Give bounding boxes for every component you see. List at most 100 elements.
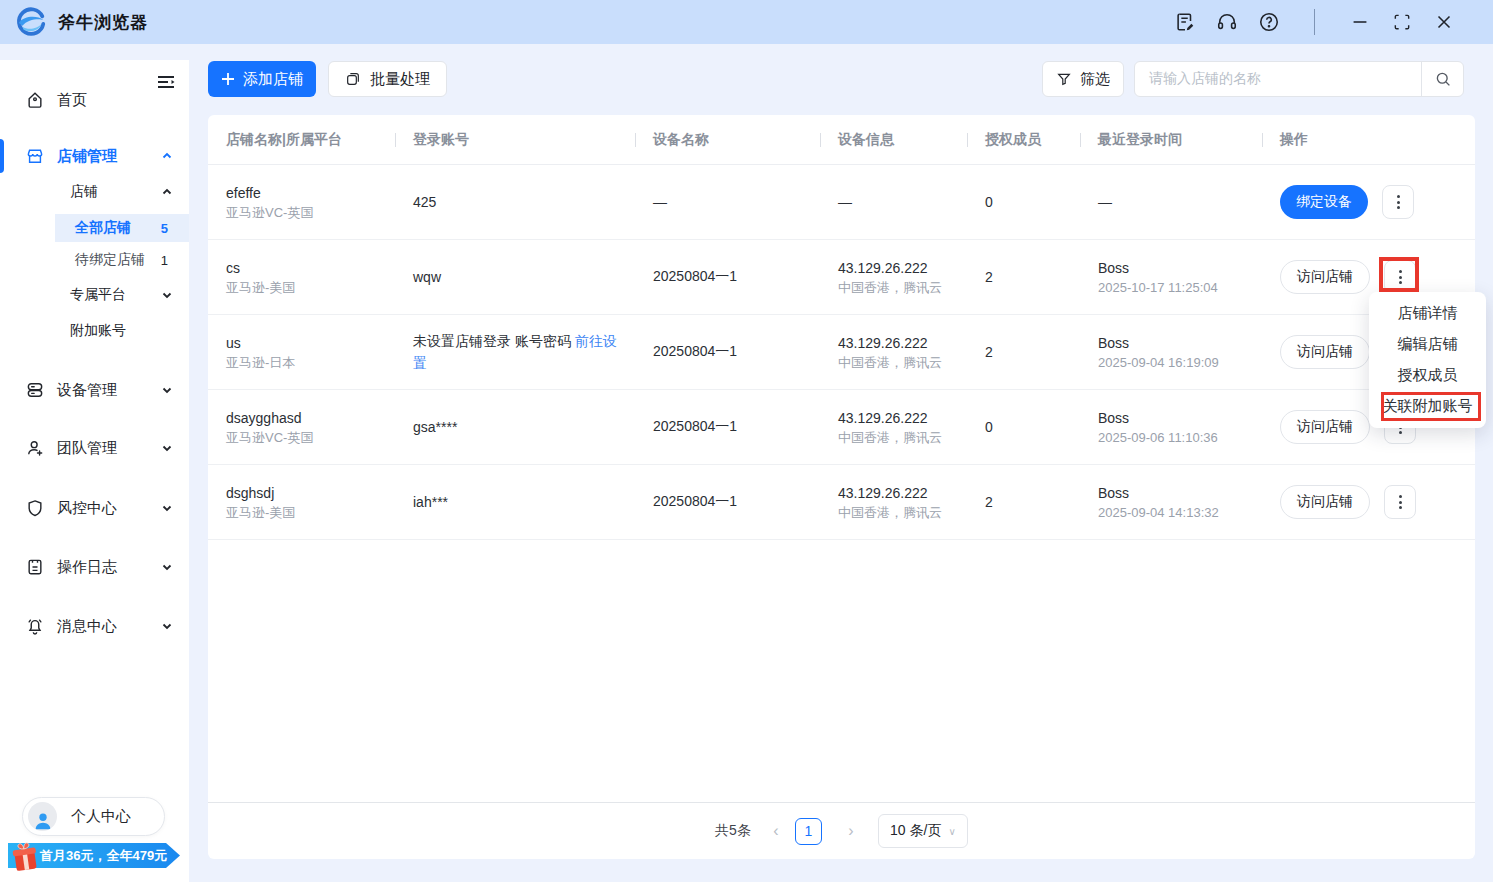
help-icon[interactable] (1258, 11, 1280, 33)
sidebar-item-label: 设备管理 (57, 381, 117, 400)
last-login-user: Boss (1098, 408, 1252, 428)
page-number[interactable]: 1 (795, 818, 822, 845)
devices-icon (25, 380, 45, 400)
chevron-down-icon: ∨ (948, 826, 955, 837)
device-ip: 43.129.26.222 (838, 258, 957, 278)
row-more-button[interactable] (1384, 485, 1416, 519)
last-login-time: 2025-09-04 14:13:32 (1098, 503, 1252, 522)
next-page-icon[interactable]: › (842, 822, 860, 840)
note-edit-icon[interactable] (1174, 11, 1196, 33)
bind-device-button[interactable]: 绑定设备 (1280, 185, 1368, 219)
search-button[interactable] (1421, 62, 1463, 96)
total-count: 共5条 (715, 822, 751, 840)
device-ip: 43.129.26.222 (838, 408, 957, 428)
logs-icon (25, 557, 45, 577)
minimize-icon[interactable] (1349, 11, 1371, 33)
sidebar: 首页 店铺管理 店铺 全部店铺 5 待绑定店铺 1 专属平台 (0, 60, 189, 882)
unbound-stores-count: 1 (161, 253, 168, 268)
close-icon[interactable] (1433, 11, 1455, 33)
device-name: 20250804一1 (635, 493, 820, 511)
store-platform: 亚马逊VC-英国 (226, 428, 385, 447)
profile-button[interactable]: 个人中心 (22, 797, 165, 836)
add-store-button[interactable]: 添加店铺 (208, 61, 316, 97)
menu-item[interactable]: 店铺详情 (1369, 298, 1486, 329)
annotation-box-link-account (1381, 392, 1481, 421)
page-size-select[interactable]: 10 条/页 ∨ (878, 814, 968, 848)
table-row: cs亚马逊-美国wqw20250804一143.129.26.222中国香港，腾… (208, 240, 1475, 315)
promo-banner[interactable]: 首月36元，全年479元 (0, 839, 182, 873)
visit-store-button[interactable]: 访问店铺 (1280, 410, 1370, 444)
visit-store-button[interactable]: 访问店铺 (1280, 260, 1370, 294)
sidebar-subitem-store[interactable]: 店铺 (0, 177, 189, 207)
member-count: 2 (967, 344, 1080, 360)
search-input[interactable]: 请输入店铺的名称 (1135, 70, 1421, 88)
all-stores-count: 5 (161, 221, 168, 236)
sidebar-item-home[interactable]: 首页 (0, 82, 189, 118)
sidebar-item-operation-logs[interactable]: 操作日志 (0, 549, 189, 585)
column-header: 登录账号 (395, 131, 635, 149)
last-login-time: 2025-10-17 11:25:04 (1098, 278, 1252, 297)
device-location: 中国香港，腾讯云 (838, 503, 957, 522)
store-table-panel: 店铺名称|所属平台登录账号设备名称设备信息授权成员最近登录时间操作 efeffe… (208, 115, 1475, 859)
sidebar-item-risk-center[interactable]: 风控中心 (0, 490, 189, 526)
last-login-user: Boss (1098, 258, 1252, 278)
sidebar-subitem-all-stores[interactable]: 全部店铺 5 (0, 214, 189, 242)
chevron-down-icon (161, 561, 173, 573)
maximize-icon[interactable] (1391, 11, 1413, 33)
device-location: 中国香港，腾讯云 (838, 428, 957, 447)
store-name: cs (226, 258, 385, 278)
sidebar-item-label: 首页 (57, 91, 87, 110)
store-name: dsghsdj (226, 483, 385, 503)
device-name: 20250804一1 (635, 268, 820, 286)
column-header: 店铺名称|所属平台 (208, 131, 395, 149)
sidebar-subitem-exclusive-platform[interactable]: 专属平台 (0, 280, 189, 310)
menu-item[interactable]: 授权成员 (1369, 360, 1486, 391)
row-more-button[interactable] (1382, 185, 1414, 219)
app-title: 斧牛浏览器 (58, 11, 148, 34)
sidebar-item-message-center[interactable]: 消息中心 (0, 608, 189, 644)
sidebar-item-label: 操作日志 (57, 558, 117, 577)
store-name: us (226, 333, 385, 353)
visit-store-button[interactable]: 访问店铺 (1280, 485, 1370, 519)
login-account: gsa**** (413, 419, 457, 435)
prev-page-icon[interactable]: ‹ (767, 822, 785, 840)
last-login-time: 2025-09-04 16:19:09 (1098, 353, 1252, 372)
column-header: 设备名称 (635, 131, 820, 149)
device-name: — (635, 194, 820, 210)
team-icon (25, 438, 45, 458)
device-ip: 43.129.26.222 (838, 483, 957, 503)
chevron-down-icon (161, 289, 173, 301)
sidebar-subitem-additional-accounts[interactable]: 附加账号 (0, 316, 189, 346)
column-header: 操作 (1262, 131, 1475, 149)
batch-process-button[interactable]: 批量处理 (328, 61, 447, 97)
avatar (28, 802, 57, 831)
visit-store-button[interactable]: 访问店铺 (1280, 335, 1370, 369)
shield-icon (25, 498, 45, 518)
support-headset-icon[interactable] (1216, 11, 1238, 33)
member-count: 2 (967, 269, 1080, 285)
sidebar-item-team-management[interactable]: 团队管理 (0, 430, 189, 466)
column-header: 最近登录时间 (1080, 131, 1262, 149)
table-header: 店铺名称|所属平台登录账号设备名称设备信息授权成员最近登录时间操作 (208, 115, 1475, 165)
last-login-user: — (1098, 192, 1252, 212)
member-count: 0 (967, 419, 1080, 435)
table-row: us亚马逊-日本未设置店铺登录 账号密码 前往设置20250804一143.12… (208, 315, 1475, 390)
sidebar-subitem-unbound-stores[interactable]: 待绑定店铺 1 (0, 245, 189, 275)
sidebar-item-store-management[interactable]: 店铺管理 (0, 138, 189, 174)
login-account: wqw (413, 269, 441, 285)
last-login-user: Boss (1098, 333, 1252, 353)
member-count: 0 (967, 194, 1080, 210)
titlebar: 斧牛浏览器 (0, 0, 1493, 44)
column-header: 授权成员 (967, 131, 1080, 149)
device-location: 中国香港，腾讯云 (838, 353, 957, 372)
menu-item[interactable]: 编辑店铺 (1369, 329, 1486, 360)
table-row: efeffe亚马逊VC-英国425——0—绑定设备 (208, 165, 1475, 240)
sidebar-item-label: 风控中心 (57, 499, 117, 518)
store-platform: 亚马逊-美国 (226, 278, 385, 297)
gift-icon (8, 837, 41, 874)
member-count: 2 (967, 494, 1080, 510)
sidebar-item-device-management[interactable]: 设备管理 (0, 372, 189, 408)
bell-icon (25, 616, 45, 636)
store-platform: 亚马逊-美国 (226, 503, 385, 522)
filter-button[interactable]: 筛选 (1042, 61, 1124, 97)
